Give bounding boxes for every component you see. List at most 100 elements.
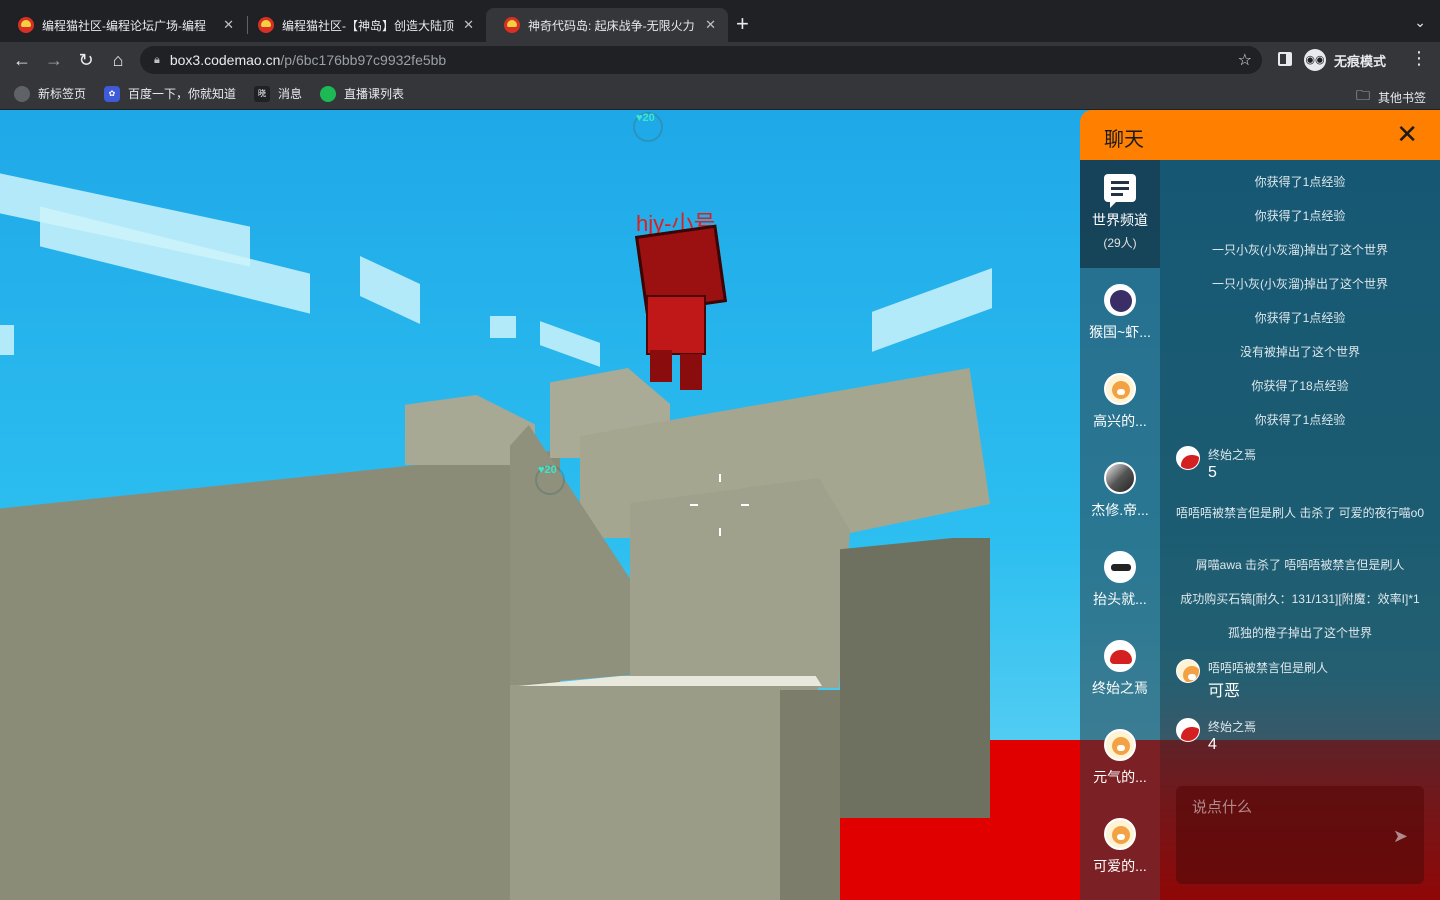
system-message: 唔唔唔被禁言但是刷人 击杀了 可爱的夜行喵o0: [1175, 506, 1425, 520]
chat-header: 聊天 ✕: [1080, 110, 1440, 160]
new-tab-button[interactable]: +: [736, 12, 749, 36]
contact-item[interactable]: 抬头就...: [1080, 537, 1160, 626]
folder-icon: 🗀: [1356, 87, 1370, 103]
system-message: 孤独的橙子掉出了这个世界: [1227, 626, 1372, 640]
contact-name: 可爱的...: [1093, 858, 1147, 874]
incognito-icon: ◉◉: [1304, 49, 1326, 71]
tab-close-icon[interactable]: ✕: [223, 17, 234, 33]
world-channel-name: 世界频道: [1092, 212, 1148, 228]
reload-icon[interactable]: ↻: [74, 48, 98, 72]
codemao-favicon-icon: [258, 17, 274, 33]
system-message: 你获得了1点经验: [1254, 311, 1346, 325]
chat-close-icon[interactable]: ✕: [1396, 120, 1418, 148]
system-message: 一只小灰(小灰溜)掉出了这个世界: [1212, 277, 1388, 291]
incognito-indicator[interactable]: ◉◉ 无痕模式: [1304, 47, 1386, 73]
address-bar[interactable]: 🔒︎ box3.codemao.cn/p/6bc176bb97c9932fe5b…: [140, 46, 1262, 74]
cloud: [540, 321, 600, 367]
hp-indicator-top: ♥20: [636, 112, 655, 124]
chat-contact-list: 世界频道 (29人) 猴国~虾... 高兴的... 杰修.帝... 抬头就...…: [1080, 160, 1160, 900]
message-author[interactable]: 终始之焉: [1208, 446, 1256, 463]
home-icon[interactable]: ⌂: [106, 48, 130, 72]
avatar: [1104, 462, 1136, 494]
stone-shadow-face: [840, 538, 990, 818]
contact-item[interactable]: 终始之焉: [1080, 626, 1160, 715]
player-leg: [650, 350, 672, 382]
tab-close-icon[interactable]: ✕: [463, 17, 474, 33]
message-author[interactable]: 终始之焉: [1208, 718, 1256, 735]
tab-box3-game[interactable]: 神奇代码岛: 起床战争-无限火力 ✕: [486, 8, 728, 42]
avatar[interactable]: [1176, 718, 1200, 742]
stone-corner-face: [780, 690, 840, 900]
back-arrow-icon[interactable]: ←: [10, 48, 34, 72]
tab-title: 编程猫社区-【神岛】创造大陆顶: [282, 18, 454, 33]
avatar: [1104, 640, 1136, 672]
message-text: 4: [1208, 736, 1217, 753]
hp-indicator-mid: ♥20: [538, 464, 557, 476]
avatar[interactable]: [1176, 659, 1200, 683]
bookmark-live-courses[interactable]: 直播课列表: [320, 85, 404, 102]
messages-icon: 晓: [254, 85, 270, 102]
avatar: [1104, 284, 1136, 316]
tab-strip: 编程猫社区-编程论坛广场-编程 ✕ 编程猫社区-【神岛】创造大陆顶 ✕ 神奇代码…: [0, 0, 1440, 42]
bookmarks-bar: 新标签页 ✿ 百度一下，你就知道 晓 消息 直播课列表 🗀 其他书签: [0, 78, 1440, 110]
side-panel-icon[interactable]: [1278, 52, 1292, 66]
avatar: [1104, 373, 1136, 405]
cloud: [872, 268, 992, 352]
bookmark-star-icon[interactable]: ☆: [1238, 50, 1252, 70]
chat-bubble-icon: [1104, 174, 1136, 208]
system-message: 你获得了1点经验: [1254, 175, 1346, 189]
world-channel-tab[interactable]: 世界频道 (29人): [1080, 160, 1160, 268]
contact-item[interactable]: 可爱的...: [1080, 804, 1160, 893]
crosshair-top: [719, 474, 721, 482]
live-course-icon: [320, 85, 336, 102]
bookmark-label: 消息: [278, 87, 303, 101]
avatar[interactable]: [1176, 446, 1200, 470]
contact-name: 终始之焉: [1092, 680, 1148, 696]
contact-name: 抬头就...: [1093, 591, 1147, 607]
bookmark-label: 新标签页: [38, 87, 87, 101]
message-author[interactable]: 唔唔唔被禁言但是刷人: [1208, 659, 1328, 676]
bookmark-messages[interactable]: 晓 消息: [254, 85, 302, 102]
contact-name: 元气的...: [1093, 769, 1147, 785]
bookmark-new-tab[interactable]: 新标签页: [14, 85, 86, 102]
tab-shendao-post[interactable]: 编程猫社区-【神岛】创造大陆顶 ✕: [240, 8, 486, 42]
player-body[interactable]: [646, 295, 706, 355]
tab-forum-square[interactable]: 编程猫社区-编程论坛广场-编程 ✕: [0, 8, 246, 42]
box3-favicon-icon: [504, 17, 520, 33]
contact-item[interactable]: 猴国~虾...: [1080, 270, 1160, 359]
message-text: 5: [1208, 464, 1217, 481]
bookmark-label: 百度一下，你就知道: [128, 87, 237, 101]
system-message: 成功购买石镐[耐久：131/131][附魔：效率I]*1: [1180, 592, 1420, 606]
forward-arrow-icon[interactable]: →: [42, 48, 66, 72]
contact-item[interactable]: 元气的...: [1080, 715, 1160, 804]
cloud: [360, 256, 420, 324]
codemao-favicon-icon: [18, 17, 34, 33]
browser-menu-icon[interactable]: ⋮: [1410, 48, 1428, 69]
bookmark-label: 直播课列表: [344, 87, 405, 101]
chat-input-box[interactable]: ➤: [1176, 786, 1424, 884]
player-leg: [680, 354, 702, 390]
url-host: box3.codemao.cn: [169, 52, 281, 68]
baidu-paw-icon: ✿: [104, 85, 120, 102]
contact-item[interactable]: 杰修.帝...: [1080, 448, 1160, 537]
globe-icon: [14, 85, 30, 102]
url-path: /p/6bc176bb97c9932fe5bb: [280, 52, 447, 68]
bookmark-baidu[interactable]: ✿ 百度一下，你就知道: [104, 85, 236, 102]
tab-search-chevron-icon[interactable]: ⌄: [1414, 14, 1426, 31]
other-bookmarks-folder[interactable]: 🗀 其他书签: [1356, 85, 1426, 109]
system-message: 屑喵awa 击杀了 唔唔唔被禁言但是刷人: [1195, 558, 1405, 572]
bookmark-label: 其他书签: [1378, 90, 1427, 105]
send-icon[interactable]: ➤: [1393, 826, 1408, 847]
chat-input[interactable]: [1192, 796, 1392, 818]
cloud: [0, 325, 14, 355]
avatar: [1104, 818, 1136, 850]
tab-close-icon[interactable]: ✕: [705, 17, 716, 33]
chat-message-area[interactable]: 你获得了1点经验 你获得了1点经验 一只小灰(小灰溜)掉出了这个世界 一只小灰(…: [1160, 160, 1440, 900]
stone-front-face: [630, 478, 850, 688]
incognito-label: 无痕模式: [1334, 53, 1387, 69]
avatar: [1104, 729, 1136, 761]
contact-item[interactable]: 高兴的...: [1080, 359, 1160, 448]
system-message: 你获得了1点经验: [1254, 209, 1346, 223]
crosshair-right: [741, 504, 749, 506]
system-message: 你获得了1点经验: [1254, 413, 1346, 427]
